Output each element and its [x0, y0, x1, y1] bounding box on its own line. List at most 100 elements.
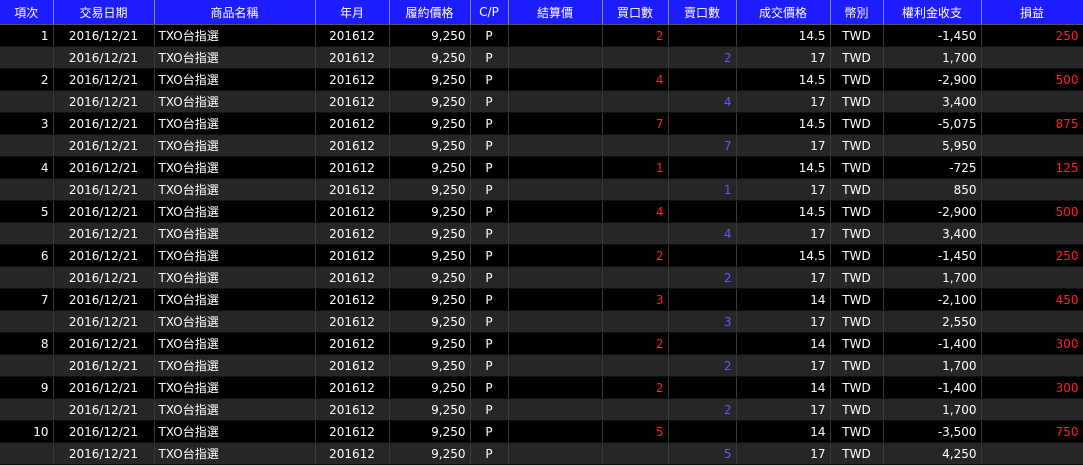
cell-cp: P — [470, 420, 509, 443]
cell-premium: -3,500 — [883, 420, 982, 443]
cell-sell — [668, 420, 737, 443]
table-row[interactable]: 2016/12/21 TXO台指選 201612 9,250 P 3 17 TWD 2,550 — [0, 310, 1083, 333]
cell-settle — [508, 244, 603, 267]
cell-premium: -2,100 — [883, 288, 982, 311]
cell-cp: P — [470, 156, 509, 179]
table-row[interactable]: 3 2016/12/21 TXO台指選 201612 9,250 P 7 14.5 TWD -5,… — [0, 112, 1083, 135]
column-header-cp[interactable]: C/P — [470, 0, 509, 25]
cell-item — [0, 90, 54, 113]
cell-premium: 850 — [883, 178, 982, 201]
cell-premium: 1,700 — [883, 46, 982, 69]
cell-pnl: 750 — [981, 420, 1083, 443]
cell-premium: 3,400 — [883, 90, 982, 113]
cell-currency: TWD — [830, 112, 884, 135]
cell-date: 2016/12/21 — [53, 200, 155, 223]
cell-sell: 2 — [668, 266, 737, 289]
cell-settle — [508, 310, 603, 333]
cell-cp: P — [470, 200, 509, 223]
cell-buy: 3 — [602, 288, 669, 311]
table-row[interactable]: 7 2016/12/21 TXO台指選 201612 9,250 P 3 14 TWD -2,10… — [0, 288, 1083, 311]
cell-item — [0, 46, 54, 69]
table-row[interactable]: 2016/12/21 TXO台指選 201612 9,250 P 2 17 TWD 1,700 — [0, 354, 1083, 377]
cell-sell — [668, 288, 737, 311]
column-header-date[interactable]: 交易日期 — [53, 0, 155, 25]
cell-strike: 9,250 — [389, 266, 471, 289]
cell-cp: P — [470, 244, 509, 267]
table-row[interactable]: 2016/12/21 TXO台指選 201612 9,250 P 2 17 TWD 1,700 — [0, 46, 1083, 69]
cell-date: 2016/12/21 — [53, 442, 155, 465]
cell-month: 201612 — [315, 244, 390, 267]
column-header-currency[interactable]: 幣別 — [830, 0, 884, 25]
cell-buy — [602, 442, 669, 465]
cell-pnl — [981, 178, 1083, 201]
cell-settle — [508, 222, 603, 245]
cell-price: 17 — [736, 222, 831, 245]
column-header-buy[interactable]: 買口數 — [602, 0, 669, 25]
column-header-pnl[interactable]: 損益 — [981, 0, 1083, 25]
column-header-price[interactable]: 成交價格 — [736, 0, 831, 25]
cell-settle — [508, 332, 603, 355]
column-header-item[interactable]: 項次 — [0, 0, 54, 25]
cell-product: TXO台指選 — [154, 376, 316, 399]
cell-pnl: 500 — [981, 200, 1083, 223]
cell-product: TXO台指選 — [154, 90, 316, 113]
column-header-strike[interactable]: 履約價格 — [389, 0, 471, 25]
cell-settle — [508, 134, 603, 157]
cell-strike: 9,250 — [389, 200, 471, 223]
table-row[interactable]: 1 2016/12/21 TXO台指選 201612 9,250 P 2 14.5 TWD -1,… — [0, 24, 1083, 47]
cell-pnl — [981, 46, 1083, 69]
cell-currency: TWD — [830, 310, 884, 333]
cell-month: 201612 — [315, 376, 390, 399]
column-header-settle[interactable]: 結算價 — [508, 0, 603, 25]
cell-price: 14 — [736, 420, 831, 443]
cell-price: 17 — [736, 354, 831, 377]
cell-price: 14.5 — [736, 156, 831, 179]
cell-date: 2016/12/21 — [53, 244, 155, 267]
table-row[interactable]: 2016/12/21 TXO台指選 201612 9,250 P 5 17 TWD 4,250 — [0, 442, 1083, 465]
cell-month: 201612 — [315, 24, 390, 47]
table-row[interactable]: 6 2016/12/21 TXO台指選 201612 9,250 P 2 14.5 TWD -1,… — [0, 244, 1083, 267]
cell-cp: P — [470, 266, 509, 289]
cell-month: 201612 — [315, 310, 390, 333]
table-row[interactable]: 2016/12/21 TXO台指選 201612 9,250 P 1 17 TWD 850 — [0, 178, 1083, 201]
cell-date: 2016/12/21 — [53, 354, 155, 377]
cell-price: 14 — [736, 288, 831, 311]
cell-item — [0, 178, 54, 201]
cell-premium: 2,550 — [883, 310, 982, 333]
column-header-month[interactable]: 年月 — [315, 0, 390, 25]
table-row[interactable]: 2016/12/21 TXO台指選 201612 9,250 P 7 17 TWD 5,950 — [0, 134, 1083, 157]
cell-pnl: 450 — [981, 288, 1083, 311]
cell-strike: 9,250 — [389, 222, 471, 245]
table-row[interactable]: 10 2016/12/21 TXO台指選 201612 9,250 P 5 14 TWD -3,5… — [0, 420, 1083, 443]
table-row[interactable]: 2 2016/12/21 TXO台指選 201612 9,250 P 4 14.5 TWD -2,… — [0, 68, 1083, 91]
table-row[interactable]: 5 2016/12/21 TXO台指選 201612 9,250 P 4 14.5 TWD -2,… — [0, 200, 1083, 223]
cell-month: 201612 — [315, 442, 390, 465]
cell-strike: 9,250 — [389, 156, 471, 179]
cell-strike: 9,250 — [389, 90, 471, 113]
cell-strike: 9,250 — [389, 420, 471, 443]
column-header-premium[interactable]: 權利金收支 — [883, 0, 982, 25]
table-row[interactable]: 2016/12/21 TXO台指選 201612 9,250 P 2 17 TWD 1,700 — [0, 266, 1083, 289]
cell-currency: TWD — [830, 266, 884, 289]
cell-product: TXO台指選 — [154, 288, 316, 311]
cell-pnl — [981, 266, 1083, 289]
table-row[interactable]: 2016/12/21 TXO台指選 201612 9,250 P 4 17 TWD 3,400 — [0, 222, 1083, 245]
cell-month: 201612 — [315, 288, 390, 311]
cell-buy: 4 — [602, 68, 669, 91]
table-row[interactable]: 2016/12/21 TXO台指選 201612 9,250 P 2 17 TWD 1,700 — [0, 398, 1083, 421]
column-header-product[interactable]: 商品名稱 — [154, 0, 316, 25]
cell-price: 17 — [736, 310, 831, 333]
cell-pnl — [981, 442, 1083, 465]
cell-premium: 1,700 — [883, 398, 982, 421]
cell-premium: -2,900 — [883, 200, 982, 223]
cell-pnl — [981, 90, 1083, 113]
cell-product: TXO台指選 — [154, 46, 316, 69]
cell-price: 14.5 — [736, 112, 831, 135]
table-row[interactable]: 9 2016/12/21 TXO台指選 201612 9,250 P 2 14 TWD -1,40… — [0, 376, 1083, 399]
table-row[interactable]: 2016/12/21 TXO台指選 201612 9,250 P 4 17 TWD 3,400 — [0, 90, 1083, 113]
cell-month: 201612 — [315, 420, 390, 443]
column-header-sell[interactable]: 賣口數 — [668, 0, 737, 25]
table-row[interactable]: 4 2016/12/21 TXO台指選 201612 9,250 P 1 14.5 TWD -72… — [0, 156, 1083, 179]
table-row[interactable]: 8 2016/12/21 TXO台指選 201612 9,250 P 2 14 TWD -1,40… — [0, 332, 1083, 355]
header-row: 項次 交易日期 商品名稱 年月 履約價格 C/P 結算價 買口數 賣口數 成交價格 幣別 權利金收支損… — [0, 0, 1083, 25]
